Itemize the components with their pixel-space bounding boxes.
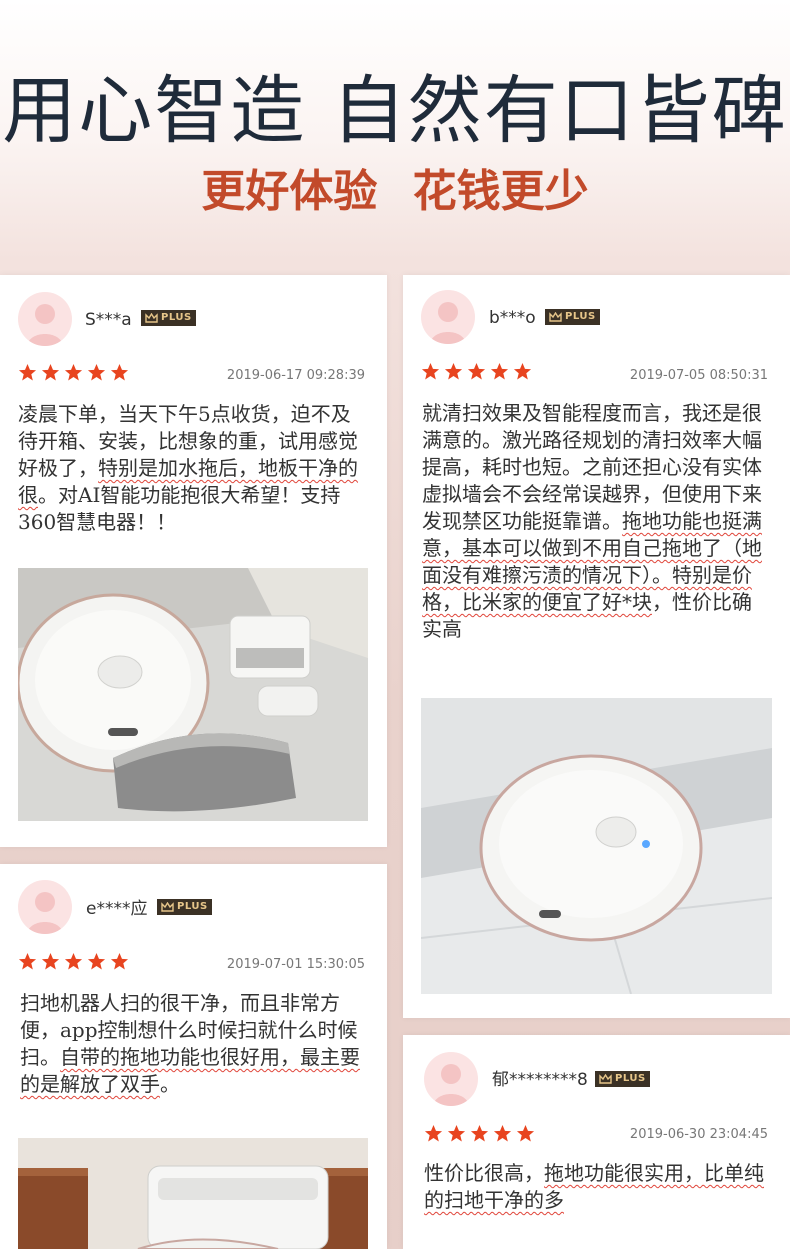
star-icon (18, 952, 37, 970)
robot-vacuum-dock-photo[interactable] (18, 1138, 368, 1249)
hero-banner: 用心智造 自然有口皆碑 更好体验 花钱更少 (0, 0, 790, 260)
review-card: S***a PLUS 2019-06-17 09:28:39 凌晨下单，当天下午… (0, 275, 387, 847)
star-rating (18, 363, 129, 382)
star-icon (516, 1124, 535, 1142)
review-text: 就清扫效果及智能程度而言，我还是很满意的。激光路径规划的清扫效率大幅提高，耗时也… (422, 401, 762, 641)
plus-label: PLUS (565, 311, 596, 322)
plus-label: PLUS (161, 312, 192, 323)
reviewer-name: b***o (489, 308, 536, 328)
avatar (18, 292, 72, 346)
reviewer-name: S***a (85, 310, 132, 330)
review-card: e****应 PLUS 2019-07-01 15:30:05 扫地机器人扫的很… (0, 864, 387, 1249)
review-date: 2019-06-30 23:04:45 (629, 1127, 768, 1142)
highlighted-text: 自带的拖地功能也很好用，最主要的是解放了双手 (20, 1045, 360, 1096)
plus-badge: PLUS (595, 1071, 650, 1087)
review-date: 2019-06-17 09:28:39 (226, 368, 365, 383)
reviewer-name: e****应 (86, 899, 148, 919)
review-card: 郁********8 PLUS 2019-06-30 23:04:45 性价比很… (403, 1035, 790, 1249)
star-icon (87, 363, 106, 381)
crown-icon (549, 312, 562, 322)
star-rating (421, 362, 532, 381)
review-date: 2019-07-05 08:50:31 (629, 368, 768, 383)
robot-vacuum-unboxed-photo[interactable] (18, 568, 368, 821)
star-icon (421, 362, 440, 380)
review-date: 2019-07-01 15:30:05 (226, 957, 365, 972)
star-icon (493, 1124, 512, 1142)
star-icon (513, 362, 532, 380)
star-icon (490, 362, 509, 380)
plus-label: PLUS (177, 901, 208, 912)
avatar (424, 1052, 478, 1106)
star-icon (110, 363, 129, 381)
reviewer-name: 郁********8 (492, 1070, 588, 1090)
star-icon (467, 362, 486, 380)
star-icon (424, 1124, 443, 1142)
avatar (18, 880, 72, 934)
star-icon (87, 952, 106, 970)
star-rating (424, 1124, 535, 1143)
robot-vacuum-floor-photo[interactable] (421, 698, 772, 994)
star-icon (64, 363, 83, 381)
plus-badge: PLUS (545, 309, 600, 325)
star-icon (470, 1124, 489, 1142)
page-title: 用心智造 自然有口皆碑 (2, 68, 788, 154)
star-icon (41, 363, 60, 381)
plus-badge: PLUS (157, 899, 212, 915)
review-text: 扫地机器人扫的很干净，而且非常方便，app控制想什么时候扫就什么时候扫。自带的拖… (20, 991, 360, 1096)
avatar (421, 290, 475, 344)
review-card: b***o PLUS 2019-07-05 08:50:31 就清扫效果及智能程… (403, 275, 790, 1018)
plus-badge: PLUS (141, 310, 196, 326)
plus-label: PLUS (615, 1073, 646, 1084)
star-icon (444, 362, 463, 380)
crown-icon (599, 1074, 612, 1084)
crown-icon (145, 313, 158, 323)
crown-icon (161, 902, 174, 912)
star-icon (447, 1124, 466, 1142)
star-icon (110, 952, 129, 970)
star-icon (41, 952, 60, 970)
review-text: 凌晨下单，当天下午5点收货，迫不及待开箱、安装，比想象的重，试用感觉好极了，特别… (18, 402, 358, 534)
star-icon (18, 363, 37, 381)
review-text: 性价比很高，拖地功能很实用，比单纯的扫地干净的多 (424, 1161, 764, 1212)
star-icon (64, 952, 83, 970)
star-rating (18, 952, 129, 971)
page-subtitle: 更好体验 花钱更少 (201, 166, 589, 217)
